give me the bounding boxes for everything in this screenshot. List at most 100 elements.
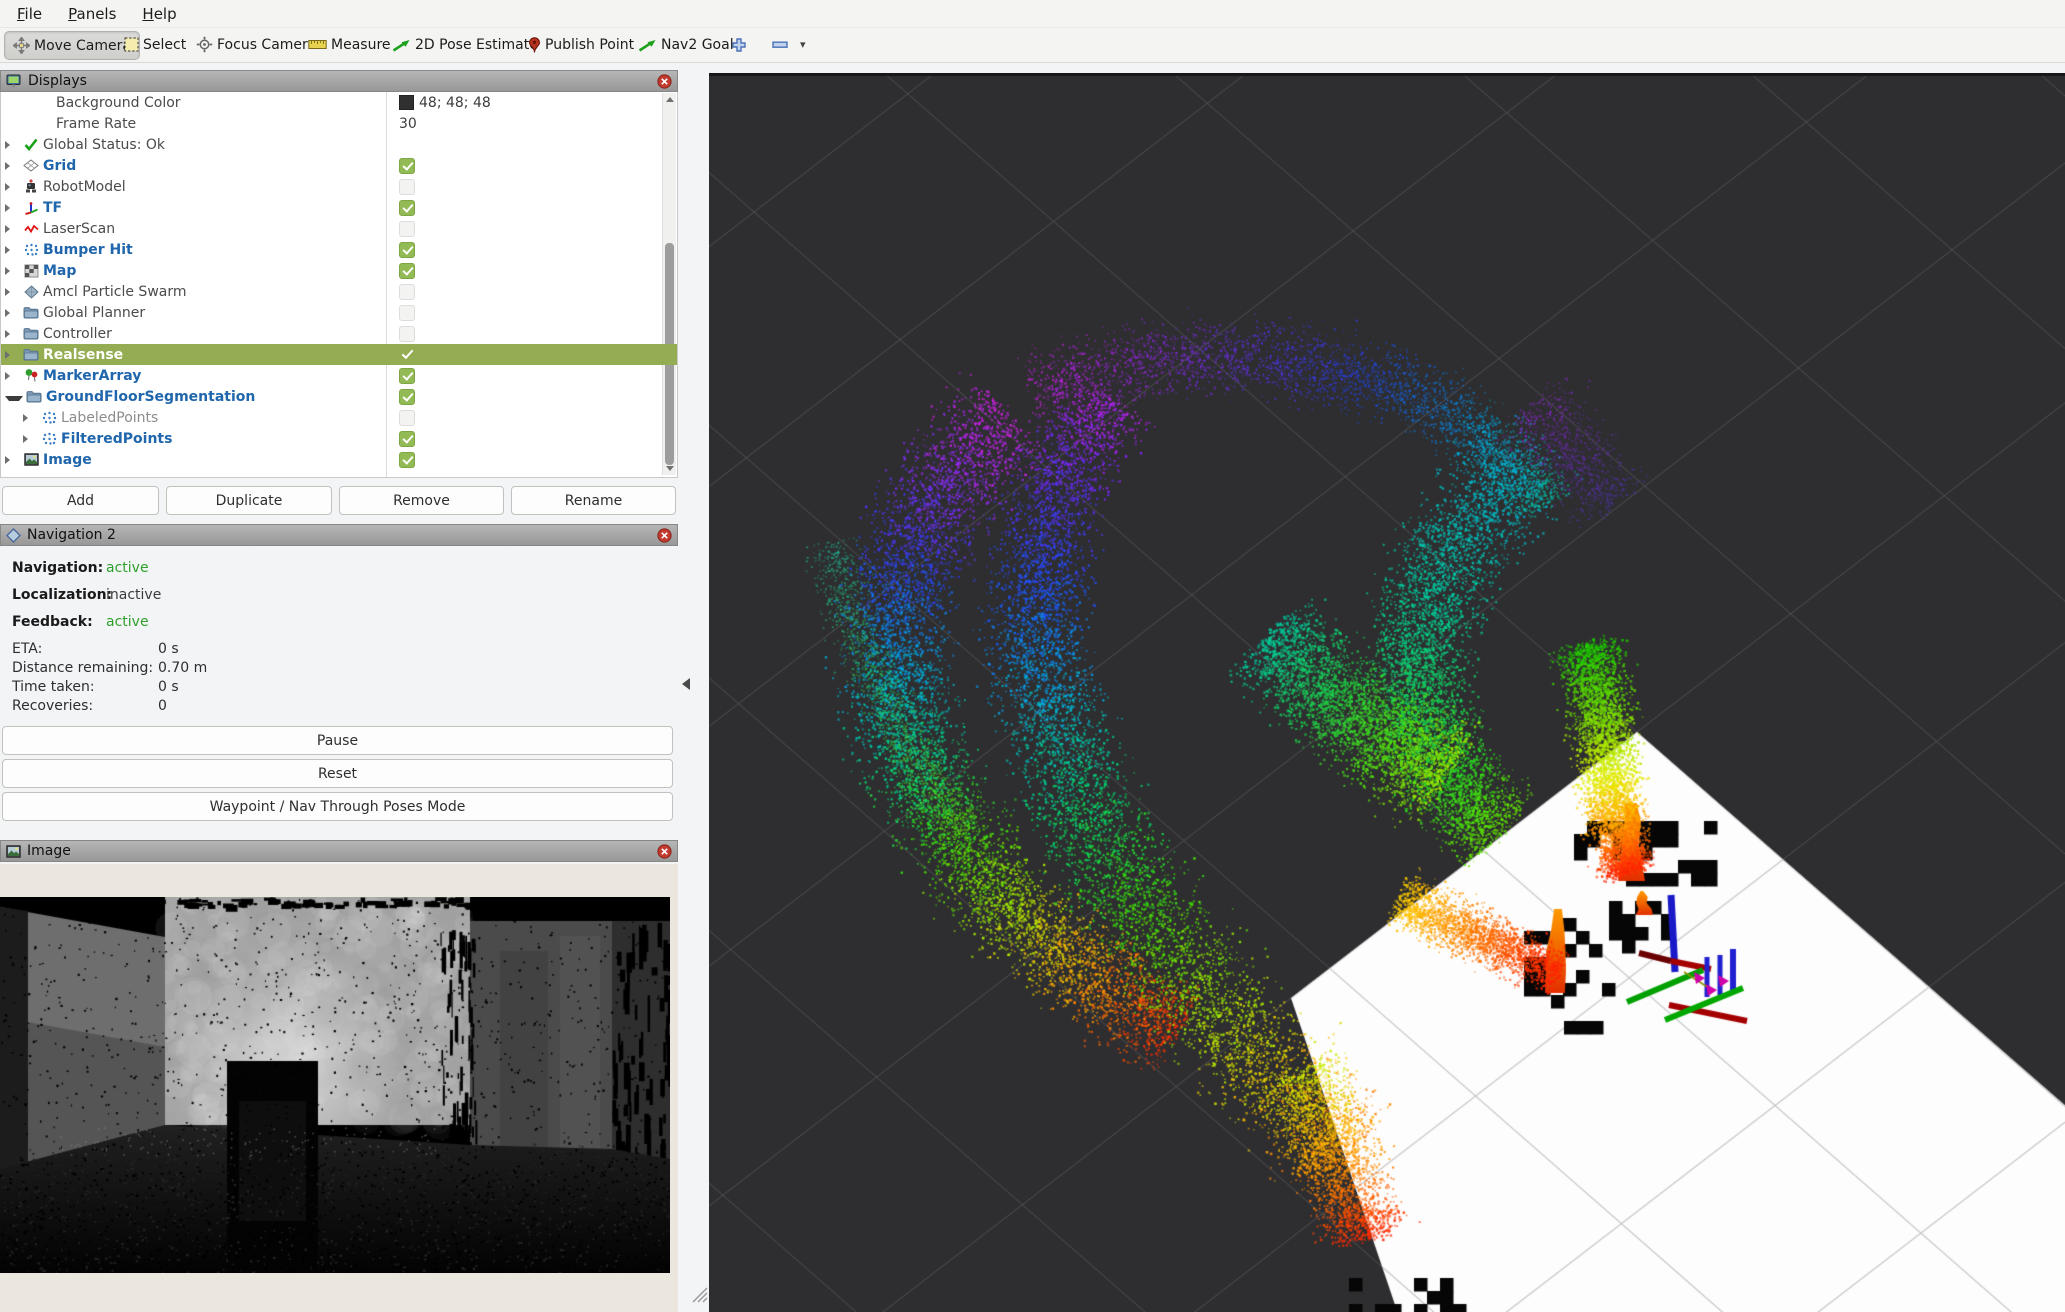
duplicate-button[interactable]: Duplicate (166, 486, 332, 515)
menu-item-file[interactable]: File (4, 5, 55, 23)
display-row-background-color[interactable]: Background Color48; 48; 48 (1, 92, 677, 113)
display-checkbox[interactable] (399, 242, 415, 258)
display-row-markerarray[interactable]: MarkerArray (1, 365, 677, 386)
display-row-laserscan[interactable]: LaserScan (1, 218, 677, 239)
display-checkbox[interactable] (399, 158, 415, 174)
expand-arrow-icon[interactable] (5, 162, 20, 170)
expand-arrow-icon[interactable] (5, 246, 20, 254)
expand-arrow-icon[interactable] (5, 456, 20, 464)
display-row-groundfloorsegmentation[interactable]: GroundFloorSegmentation (1, 386, 677, 407)
pause-button[interactable]: Pause (2, 726, 673, 755)
button-label: Waypoint / Nav Through Poses Mode (210, 799, 466, 815)
display-row-grid[interactable]: Grid (1, 155, 677, 176)
expand-arrow-icon[interactable] (5, 372, 20, 380)
display-checkbox[interactable] (399, 326, 415, 342)
close-icon[interactable] (657, 844, 672, 859)
display-checkbox[interactable] (399, 284, 415, 300)
pointcloud-icon (42, 432, 57, 446)
rename-button[interactable]: Rename (511, 486, 676, 515)
grid-icon (23, 159, 39, 172)
menu-item-help[interactable]: Help (129, 5, 189, 23)
tool-remove-tool[interactable]: ▾ (768, 31, 810, 58)
image-panel-header[interactable]: Image (0, 840, 678, 862)
remove-button[interactable]: Remove (339, 486, 504, 515)
tool-focus-camera[interactable]: Focus Camera (192, 31, 320, 58)
display-checkbox[interactable] (399, 452, 415, 468)
display-row-filteredpoints[interactable]: FilteredPoints (1, 428, 677, 449)
waypoint-button[interactable]: Waypoint / Nav Through Poses Mode (2, 792, 673, 821)
3d-viewport[interactable] (709, 73, 2065, 1312)
metric-label: ETA: (12, 641, 158, 657)
property-value-text: 30 (399, 116, 417, 132)
display-row-amcl-particle-swarm[interactable]: Amcl Particle Swarm (1, 281, 677, 302)
display-label: Realsense (43, 347, 123, 363)
display-row-labeledpoints[interactable]: LabeledPoints (1, 407, 677, 428)
display-label: Map (43, 263, 76, 279)
reset-button[interactable]: Reset (2, 759, 673, 788)
tool-select[interactable]: Select (120, 31, 190, 58)
tool-label: Nav2 Goal (661, 37, 734, 53)
expand-arrow-icon[interactable] (23, 435, 38, 443)
display-label: TF (43, 200, 62, 216)
status-ok-icon (24, 138, 38, 151)
tool-add-tool[interactable] (727, 31, 751, 58)
expand-arrow-icon[interactable] (5, 225, 20, 233)
property-value[interactable]: 48; 48; 48 (399, 95, 491, 111)
expand-arrow-icon[interactable] (5, 183, 20, 191)
display-checkbox[interactable] (399, 179, 415, 195)
display-checkbox[interactable] (399, 410, 415, 426)
status-value: inactive (106, 587, 161, 603)
display-checkbox[interactable] (399, 389, 415, 405)
expand-arrow-icon[interactable] (5, 330, 20, 338)
panel-collapse-icon[interactable] (682, 678, 690, 690)
display-row-global-planner[interactable]: Global Planner (1, 302, 677, 323)
navigation-panel-header[interactable]: Navigation 2 (0, 524, 678, 546)
close-icon[interactable] (657, 74, 672, 89)
nav-status-localization: Localization:inactive (12, 587, 161, 603)
display-checkbox[interactable] (399, 221, 415, 237)
display-row-robotmodel[interactable]: RobotModel (1, 176, 677, 197)
menu-item-panels[interactable]: Panels (55, 5, 129, 23)
resize-grip-icon[interactable] (689, 1284, 709, 1308)
tool-nav2-goal[interactable]: Nav2 Goal (634, 31, 738, 58)
add-button[interactable]: Add (2, 486, 159, 515)
status-label: Feedback: (12, 614, 106, 630)
expand-arrow-icon[interactable] (5, 267, 20, 275)
toolbar: Move CameraSelectFocus CameraMeasure2D P… (0, 28, 2065, 63)
display-checkbox[interactable] (399, 200, 415, 216)
tool-measure[interactable]: Measure (304, 31, 395, 58)
display-row-realsense[interactable]: Realsense (1, 344, 677, 365)
display-row-bumper-hit[interactable]: Bumper Hit (1, 239, 677, 260)
displays-panel-header[interactable]: Displays (0, 70, 678, 92)
robot-icon (25, 179, 38, 194)
display-checkbox[interactable] (399, 431, 415, 447)
tool-publish-point[interactable]: Publish Point (524, 31, 638, 58)
display-checkbox[interactable] (399, 263, 415, 279)
expand-arrow-icon[interactable] (23, 414, 38, 422)
expand-arrow-icon[interactable] (5, 351, 20, 359)
markers-icon (24, 368, 39, 383)
expand-arrow-icon[interactable] (5, 204, 20, 212)
display-row-controller[interactable]: Controller (1, 323, 677, 344)
dropdown-caret-icon[interactable]: ▾ (800, 38, 806, 51)
close-icon[interactable] (657, 528, 672, 543)
expand-arrow-icon[interactable] (5, 309, 20, 317)
display-row-tf[interactable]: TF (1, 197, 677, 218)
expand-arrow-icon[interactable] (5, 288, 20, 296)
display-row-global-status-ok[interactable]: Global Status: Ok (1, 134, 677, 155)
tool-pose-estimate[interactable]: 2D Pose Estimate (388, 31, 542, 58)
display-row-frame-rate[interactable]: Frame Rate30 (1, 113, 677, 134)
display-checkbox[interactable] (399, 347, 415, 363)
measure-icon (308, 39, 327, 50)
expand-arrow-icon[interactable] (5, 141, 20, 149)
display-label: Amcl Particle Swarm (43, 284, 187, 300)
display-row-image[interactable]: Image (1, 449, 677, 470)
display-row-map[interactable]: Map (1, 260, 677, 281)
display-checkbox[interactable] (399, 368, 415, 384)
image-icon (24, 453, 39, 466)
expand-arrow-icon[interactable] (5, 396, 23, 401)
publish-point-icon (528, 37, 541, 53)
display-checkbox[interactable] (399, 305, 415, 321)
button-label: Rename (565, 493, 622, 509)
property-value[interactable]: 30 (399, 116, 417, 132)
